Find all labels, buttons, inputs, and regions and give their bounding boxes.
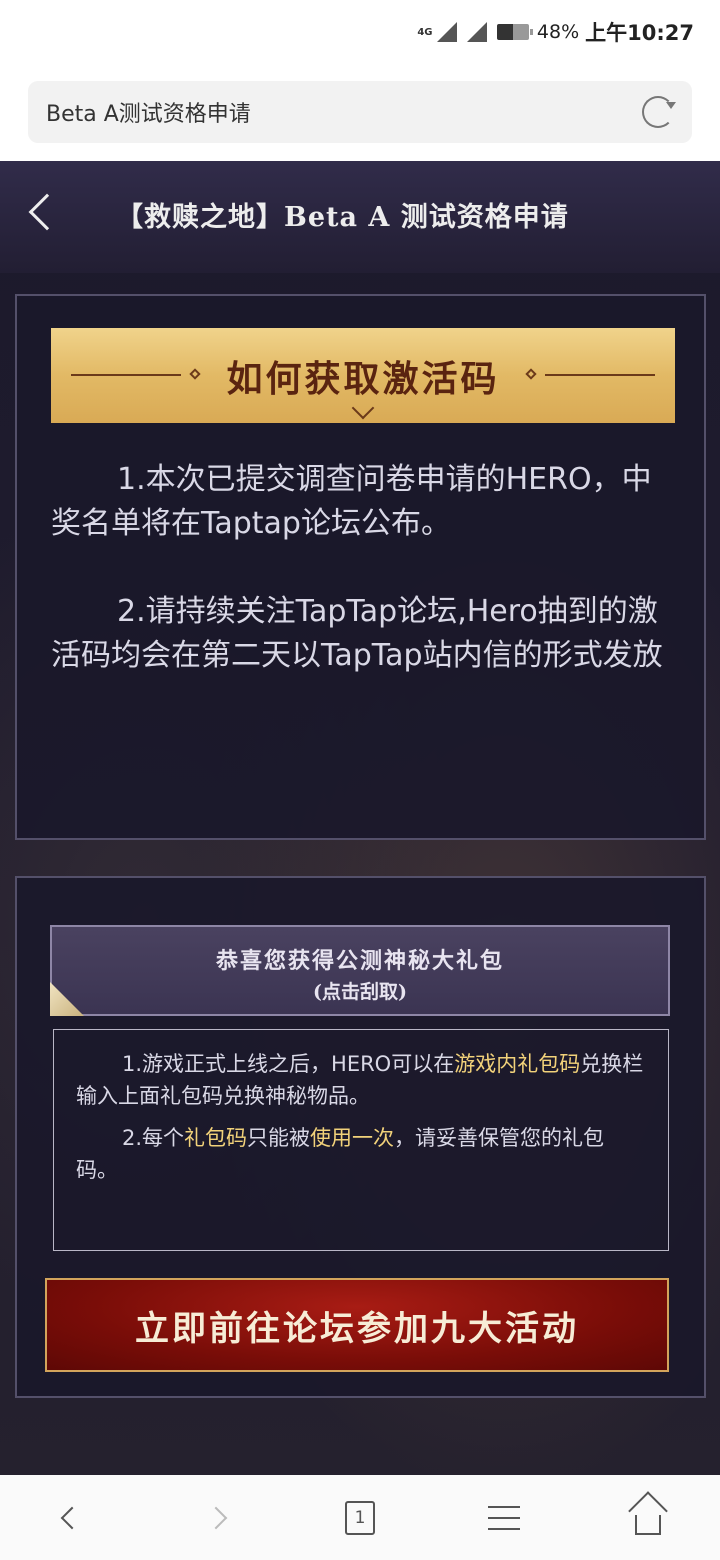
rule-text: 2.每个 xyxy=(122,1126,185,1150)
nav-forward-button[interactable] xyxy=(176,1488,256,1548)
web-page: 【救赎之地】Beta A 测试资格申请 如何获取激活码 1.本次已提交调查问卷申… xyxy=(0,161,720,1475)
gift-rule-1: 1.游戏正式上线之后，HERO可以在游戏内礼包码兑换栏输入上面礼包码兑换神秘物品… xyxy=(76,1048,646,1112)
scratch-gift-card[interactable]: 恭喜您获得公测神秘大礼包 (点击刮取) xyxy=(50,925,670,1016)
home-icon xyxy=(628,1490,668,1535)
battery-percent: 48% xyxy=(536,21,580,43)
chevron-right-icon xyxy=(204,1506,228,1529)
status-bar: 4G 48% 上午10:27 xyxy=(0,0,720,64)
banner-ornament-left-icon xyxy=(189,368,201,380)
tabs-icon: 1 xyxy=(345,1500,375,1535)
page-title: 【救赎之地】Beta A 测试资格申请 xyxy=(116,202,569,233)
banner-ornament-right-icon xyxy=(525,368,537,380)
rule-highlight: 游戏内礼包码 xyxy=(454,1052,581,1076)
rule-text: 1.游戏正式上线之后，HERO可以在 xyxy=(122,1052,455,1076)
back-arrow-icon[interactable] xyxy=(28,193,66,231)
notice-1: 1.本次已提交调查问卷申请的HERO，中奖名单将在Taptap论坛公布。 xyxy=(51,462,652,541)
rule-text: 只能被 xyxy=(247,1126,311,1150)
battery-icon xyxy=(496,24,533,40)
signal-icon-2 xyxy=(466,22,487,42)
gift-title: 恭喜您获得公测神秘大礼包 xyxy=(215,948,504,974)
gift-pack-panel: 恭喜您获得公测神秘大礼包 (点击刮取) 1.游戏正式上线之后，HERO可以在游戏… xyxy=(15,876,706,1398)
banner-divider-right xyxy=(545,374,655,376)
address-bar[interactable]: Beta A测试资格申请 xyxy=(28,81,692,143)
banner-title: 如何获取激活码 xyxy=(226,350,499,402)
gift-hint: (点击刮取) xyxy=(313,981,407,1003)
menu-button[interactable] xyxy=(464,1488,544,1548)
chevron-left-icon xyxy=(60,1506,84,1529)
tabs-button[interactable]: 1 xyxy=(320,1488,400,1548)
page-header: 【救赎之地】Beta A 测试资格申请 xyxy=(0,161,720,273)
section-banner: 如何获取激活码 xyxy=(51,328,675,423)
banner-divider-left xyxy=(71,374,181,376)
signal-icon xyxy=(436,22,457,42)
menu-icon xyxy=(488,1505,520,1530)
gift-rules: 1.游戏正式上线之后，HERO可以在游戏内礼包码兑换栏输入上面礼包码兑换神秘物品… xyxy=(53,1029,669,1251)
rule-highlight: 使用一次 xyxy=(310,1126,395,1150)
clock: 上午10:27 xyxy=(585,21,694,45)
network-type: 4G xyxy=(417,26,433,38)
rule-highlight: 礼包码 xyxy=(184,1126,248,1150)
address-text[interactable]: Beta A测试资格申请 xyxy=(46,96,642,128)
nav-back-button[interactable] xyxy=(32,1488,112,1548)
forum-activities-button[interactable]: 立即前往论坛参加九大活动 xyxy=(45,1278,669,1372)
notice-2: 2.请持续关注TapTap论坛,Hero抽到的激活码均会在第二天以TapTap站… xyxy=(51,594,663,673)
home-button[interactable] xyxy=(608,1488,688,1548)
reload-icon[interactable] xyxy=(642,96,676,128)
browser-bottom-nav: 1 xyxy=(0,1475,720,1560)
gift-rule-2: 2.每个礼包码只能被使用一次，请妥善保管您的礼包码。 xyxy=(76,1122,646,1186)
forum-activities-label: 立即前往论坛参加九大活动 xyxy=(135,1308,579,1349)
activation-code-panel: 如何获取激活码 1.本次已提交调查问卷申请的HERO，中奖名单将在Taptap论… xyxy=(15,294,706,840)
